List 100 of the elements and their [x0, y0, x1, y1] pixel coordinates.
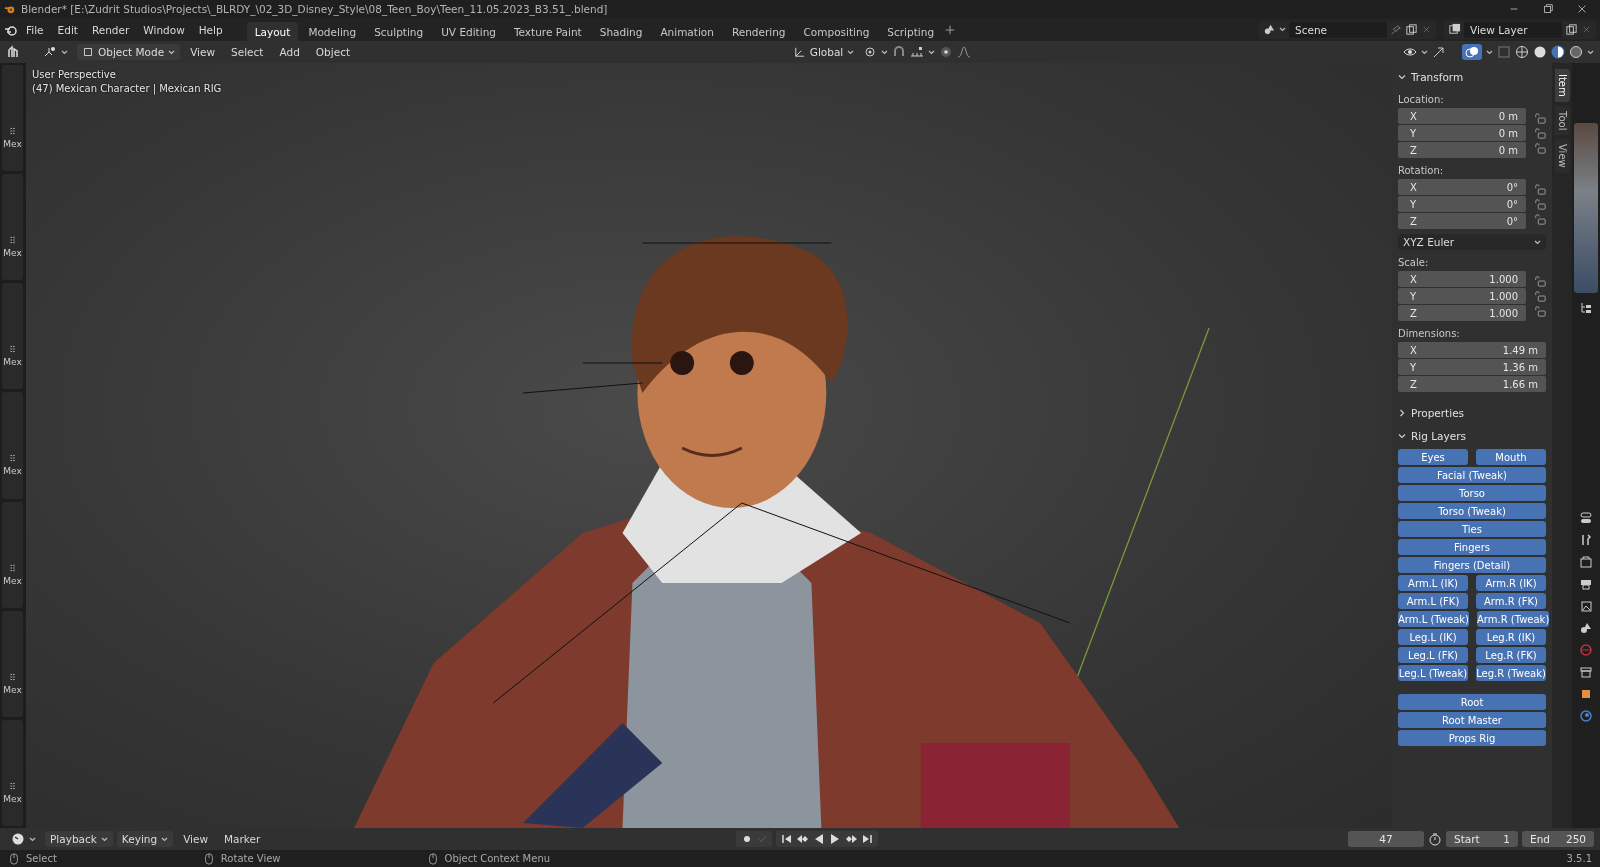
solid-shading-icon[interactable] [1533, 45, 1547, 59]
render-icon[interactable] [1579, 555, 1593, 569]
start-frame-field[interactable]: Start 1 [1446, 831, 1518, 847]
rendered-shading-icon[interactable] [1569, 45, 1583, 59]
overlays-button[interactable] [1462, 44, 1482, 60]
sidebar-tab[interactable]: Tool [1554, 105, 1570, 136]
menu-item[interactable]: Window [137, 21, 191, 38]
layer-toggle-button[interactable]: Arm.R (IK) [1476, 575, 1546, 591]
next-keyframe-icon[interactable] [844, 832, 859, 846]
snap-icon[interactable] [892, 45, 907, 59]
layer-toggle-button[interactable]: Arm.L (IK) [1398, 575, 1468, 591]
stopwatch-icon[interactable] [1428, 832, 1442, 846]
printer-icon[interactable] [1579, 577, 1593, 591]
menu-item[interactable]: View [177, 831, 215, 847]
workspace-tab[interactable]: Sculpting [366, 22, 432, 41]
wrench-icon[interactable] [1579, 533, 1593, 547]
visibility-icon[interactable] [1403, 45, 1417, 59]
layer-toggle-button[interactable]: Leg.L (IK) [1398, 629, 1468, 645]
workspace-tab[interactable]: Layout [246, 22, 299, 41]
menu-item[interactable]: View [184, 44, 222, 60]
layer-toggle-button[interactable]: Leg.R (IK) [1476, 629, 1546, 645]
panel-title[interactable]: Rig Layers [1411, 430, 1466, 442]
add-workspace-icon[interactable] [944, 23, 957, 36]
jump-end-icon[interactable] [860, 832, 875, 846]
layer-toggle-button[interactable]: Facial (Tweak) [1398, 467, 1546, 483]
panel-title[interactable]: Properties [1411, 407, 1465, 419]
falloff-curve-icon[interactable] [957, 45, 972, 59]
layer-toggle-button[interactable]: Arm.L (FK) [1398, 593, 1468, 609]
mode-dropdown[interactable]: Object Mode [77, 44, 181, 60]
number-field[interactable]: Y 0 m [1398, 125, 1526, 141]
menu-dropdown[interactable]: Playback [45, 831, 113, 847]
menu-item[interactable]: Help [192, 21, 229, 38]
unlock-icon[interactable] [1534, 198, 1546, 210]
number-field[interactable]: X 0° [1398, 179, 1526, 195]
duplicate-icon[interactable] [1405, 23, 1418, 36]
menu-item[interactable]: File [20, 21, 50, 38]
menu-item[interactable]: Select [225, 44, 270, 60]
number-field[interactable]: Y 1.000 [1398, 288, 1526, 304]
menu-item[interactable]: Add [273, 44, 306, 60]
layer-toggle-button[interactable]: Props Rig [1398, 730, 1546, 746]
unlock-icon[interactable] [1534, 142, 1546, 154]
menu-item[interactable]: Edit [51, 21, 84, 38]
current-frame-field[interactable]: 47 [1348, 831, 1424, 847]
tool-icon[interactable] [6, 45, 20, 59]
layer-toggle-button[interactable]: Mouth [1476, 449, 1546, 465]
number-field[interactable]: X 1.000 [1398, 271, 1526, 287]
workspace-tab[interactable]: Texture Paint [505, 22, 590, 41]
layer-toggle-button[interactable]: Leg.L (FK) [1398, 647, 1468, 663]
unlock-icon[interactable] [1534, 112, 1546, 124]
chevron-icon[interactable] [1398, 73, 1406, 81]
number-field[interactable]: Z 0° [1398, 213, 1526, 229]
unlock-icon[interactable] [1534, 305, 1546, 317]
globe-icon[interactable] [1579, 643, 1593, 657]
material-preview-icon[interactable] [1551, 45, 1565, 59]
pivot-icon[interactable] [863, 45, 878, 59]
layer-toggle-button[interactable]: Fingers [1398, 539, 1546, 555]
layer-toggle-button[interactable]: Torso [1398, 485, 1546, 501]
menu-item[interactable]: Render [85, 21, 136, 38]
scene-icon[interactable] [1579, 621, 1593, 635]
layer-toggle-button[interactable]: Fingers (Detail) [1398, 557, 1546, 573]
layer-toggle-button[interactable]: Root [1398, 694, 1546, 710]
workspace-tab[interactable]: Compositing [795, 22, 878, 41]
chevron-icon[interactable] [1398, 409, 1406, 417]
unlock-icon[interactable] [1534, 275, 1546, 287]
collection-icon[interactable] [1579, 665, 1593, 679]
workspace-tab[interactable]: Scripting [879, 22, 943, 41]
unlock-icon[interactable] [1534, 183, 1546, 195]
layer-toggle-button[interactable]: Arm.L (Tweak) [1398, 611, 1469, 627]
menu-item[interactable]: Marker [218, 831, 267, 847]
workspace-tab[interactable]: Modeling [300, 22, 365, 41]
layer-toggle-button[interactable]: Arm.R (Tweak) [1476, 611, 1550, 627]
number-field[interactable]: X 1.49 m [1398, 342, 1546, 358]
unlock-icon[interactable] [1534, 127, 1546, 139]
workspace-tab[interactable]: Rendering [723, 22, 794, 41]
number-field[interactable]: Z 1.66 m [1398, 376, 1546, 392]
checkmark-icon[interactable] [756, 833, 769, 845]
proportional-edit-icon[interactable] [939, 45, 954, 59]
number-field[interactable]: Z 0 m [1398, 142, 1526, 158]
chevron-icon[interactable] [1398, 432, 1406, 440]
scene-field[interactable]: Scene [1289, 21, 1387, 38]
duplicate-icon[interactable] [1565, 23, 1578, 36]
layer-toggle-button[interactable]: Torso (Tweak) [1398, 503, 1546, 519]
layer-toggle-button[interactable]: Leg.R (FK) [1476, 647, 1546, 663]
wireframe-shading-icon[interactable] [1515, 45, 1529, 59]
menu-dropdown[interactable]: Keying [116, 831, 174, 847]
number-field[interactable]: Y 0° [1398, 196, 1526, 212]
menu-item[interactable]: Object [309, 44, 357, 60]
maximize-icon[interactable] [1542, 3, 1554, 15]
layer-toggle-button[interactable]: Ties [1398, 521, 1546, 537]
workspace-tab[interactable]: Animation [652, 22, 722, 41]
tool-settings-icon[interactable] [1579, 511, 1593, 525]
modifier-icon[interactable] [1579, 709, 1593, 723]
number-field[interactable]: Z 1.000 [1398, 305, 1526, 321]
scene-icon[interactable] [1263, 23, 1276, 36]
unlock-icon[interactable] [1534, 213, 1546, 225]
panel-title[interactable]: Transform [1411, 71, 1464, 83]
layer-toggle-button[interactable]: Leg.L (Tweak) [1398, 665, 1468, 681]
image-icon[interactable] [1579, 599, 1593, 613]
view-layer-field[interactable]: View Layer [1464, 21, 1562, 38]
workspace-tab[interactable]: Shading [591, 22, 651, 41]
